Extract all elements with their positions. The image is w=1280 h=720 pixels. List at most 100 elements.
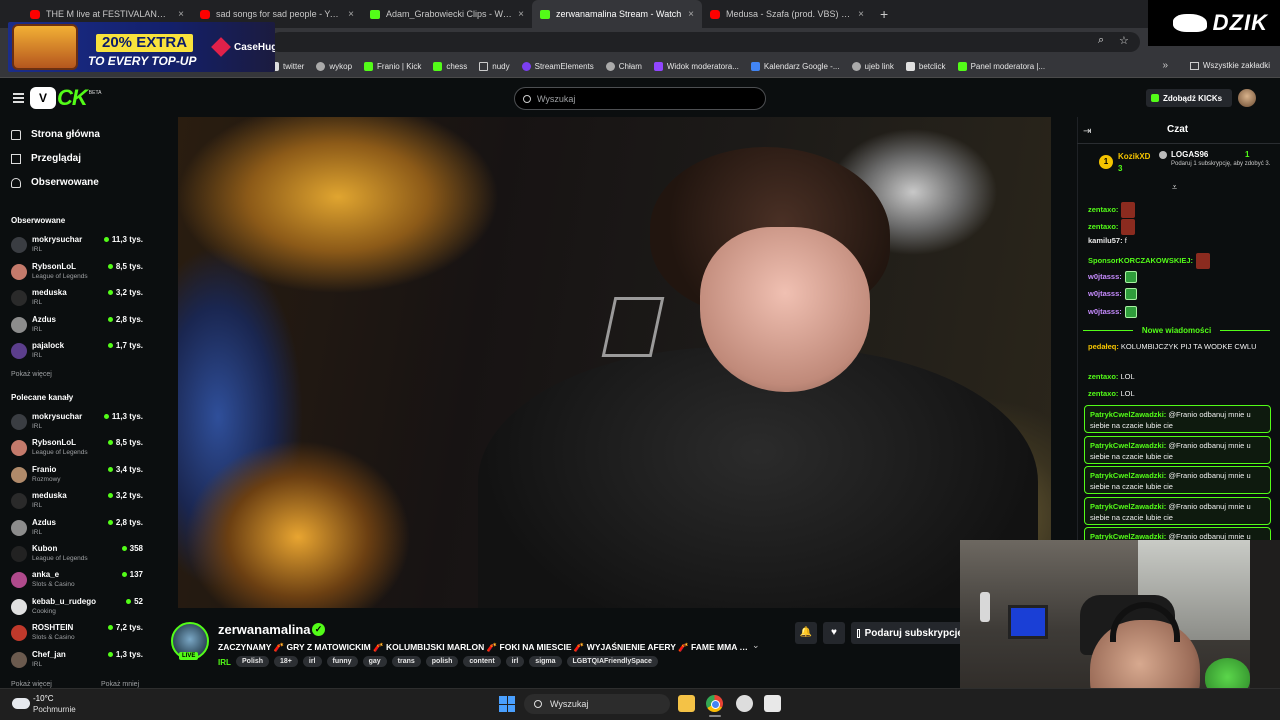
leaderboard-second-name[interactable]: LOGAS96	[1171, 150, 1208, 159]
viewer-count: 8,5 tys.	[107, 438, 143, 447]
channel-item[interactable]: Azdus IRL 2,8 tys.	[11, 517, 146, 543]
stream-tag[interactable]: funny	[326, 656, 358, 667]
stream-tag[interactable]: polish	[425, 656, 459, 667]
close-tab-icon[interactable]: ×	[688, 9, 694, 20]
bookmark-item[interactable]: twitter	[270, 62, 304, 71]
channel-item[interactable]: Chef_jan IRL 1,3 tys.	[11, 649, 146, 675]
close-tab-icon[interactable]: ×	[518, 9, 524, 20]
chat-username[interactable]: PatrykCwelZawadzki:	[1090, 471, 1166, 480]
chat-username[interactable]: PatrykCwelZawadzki:	[1090, 502, 1166, 511]
channel-name[interactable]: zerwanamalina	[218, 622, 311, 637]
bookmark-item[interactable]: betclick	[905, 62, 946, 71]
channel-item[interactable]: ROSHTEIN Slots & Casino 7,2 tys.	[11, 622, 146, 648]
channel-item[interactable]: mokrysuchar IRL 11,3 tys.	[11, 234, 146, 260]
channel-item[interactable]: RybsonLoL League of Legends 8,5 tys.	[11, 437, 146, 463]
channel-item[interactable]: pajalock IRL 1,7 tys.	[11, 340, 146, 366]
app-icon[interactable]	[736, 695, 753, 712]
bookmark-item[interactable]: Panel moderatora |...	[957, 62, 1045, 71]
chat-username[interactable]: w0jtasss:	[1088, 307, 1122, 316]
windows-start-icon[interactable]	[499, 696, 515, 712]
nav-item[interactable]: Strona główna	[11, 129, 100, 140]
new-tab-button[interactable]: +	[880, 6, 888, 22]
chat-username[interactable]: SponsorKORCZAKOWSKIEJ:	[1088, 256, 1193, 265]
chat-username[interactable]: w0jtasss:	[1088, 289, 1122, 298]
close-tab-icon[interactable]: ×	[178, 9, 184, 20]
chat-username[interactable]: pedałeq:	[1088, 342, 1119, 351]
nav-item[interactable]: Obserwowane	[11, 177, 99, 188]
address-bar[interactable]	[270, 32, 1140, 52]
chat-username[interactable]: PatrykCwelZawadzki:	[1090, 441, 1166, 450]
nav-item[interactable]: Przeglądaj	[11, 153, 81, 164]
channel-item[interactable]: Franio Rozmowy 3,4 tys.	[11, 464, 146, 490]
chat-username[interactable]: zentaxo:	[1088, 389, 1118, 398]
stream-tag[interactable]: irl	[302, 656, 322, 667]
channel-item[interactable]: kebab_u_rudego Cooking 52	[11, 596, 146, 622]
stream-tag[interactable]: Polish	[236, 656, 270, 667]
bookmark-item[interactable]: ujeb link	[851, 62, 894, 71]
browser-tab[interactable]: zerwanamalina Stream - Watch ×	[532, 0, 702, 28]
channel-item[interactable]: meduska IRL 3,2 tys.	[11, 287, 146, 313]
search-input[interactable]: Wyszukaj	[514, 87, 766, 110]
stream-tag[interactable]: irl	[505, 656, 525, 667]
taskbar-search[interactable]: Wyszukaj	[524, 694, 670, 714]
show-less-button[interactable]: Pokaż mniej	[101, 681, 139, 688]
show-more-button[interactable]: Pokaż więcej	[11, 681, 52, 688]
kick-logo[interactable]: V CK BETA	[30, 85, 101, 111]
channel-item[interactable]: RybsonLoL League of Legends 8,5 tys.	[11, 261, 146, 287]
weather-condition[interactable]: Pochmurnie	[33, 705, 76, 714]
bookmarks-more-button[interactable]: »	[1162, 60, 1168, 71]
chat-username[interactable]: zentaxo:	[1088, 372, 1118, 381]
bookmark-item[interactable]: chess	[433, 62, 467, 71]
bookmark-item[interactable]: wykop	[316, 62, 352, 71]
close-tab-icon[interactable]: ×	[348, 9, 354, 20]
show-more-followed[interactable]: Pokaż więcej	[11, 371, 52, 378]
chat-username[interactable]: kamilu57:	[1088, 236, 1123, 245]
chat-username[interactable]: w0jtasss:	[1088, 272, 1122, 281]
channel-item[interactable]: Azdus IRL 2,8 tys.	[11, 314, 146, 340]
stream-tag[interactable]: 18+	[274, 656, 298, 667]
stream-tag[interactable]: sigma	[529, 656, 562, 667]
browser-tab[interactable]: Adam_Grabowiecki Clips - Watch ×	[362, 0, 532, 28]
weather-temperature[interactable]: -10°C	[33, 694, 54, 703]
zoom-icon[interactable]: ⌕	[1098, 34, 1104, 47]
cloud-icon[interactable]	[12, 698, 30, 709]
chat-username[interactable]: zentaxo:	[1088, 222, 1118, 231]
browser-tab[interactable]: Medusa - Szafa (prod. VBS) - YouTube ×	[702, 0, 872, 28]
chrome-icon[interactable]	[706, 695, 723, 712]
leaderboard-first-name[interactable]: KozikXD	[1118, 152, 1150, 161]
stream-tag[interactable]: content	[463, 656, 501, 667]
close-tab-icon[interactable]: ×	[858, 9, 864, 20]
chat-text: KOLUMBIJCZYK PIJ TA WODKE CWLU	[1118, 342, 1257, 351]
gift-subscription-button[interactable]: Podaruj subskrypcje	[851, 622, 963, 644]
get-kicks-button[interactable]: Zdobądź KICKs	[1146, 89, 1232, 107]
user-avatar[interactable]	[1238, 89, 1256, 107]
chat-username[interactable]: PatrykCwelZawadzki:	[1090, 410, 1166, 419]
app-icon[interactable]	[764, 695, 781, 712]
viewer-count-value: 52	[134, 596, 143, 606]
channel-item[interactable]: anka_e Slots & Casino 137	[11, 569, 146, 595]
stream-tag[interactable]: trans	[391, 656, 421, 667]
hamburger-menu-icon[interactable]	[13, 93, 24, 103]
leaderboard-expand-icon[interactable]: ⩡	[1172, 182, 1177, 193]
bookmark-item[interactable]: Franio | Kick	[364, 62, 421, 71]
star-icon[interactable]: ☆	[1119, 34, 1129, 47]
bookmark-item[interactable]: Kalendarz Google -...	[750, 62, 840, 71]
channel-item[interactable]: Kubon League of Legends 358	[11, 543, 146, 569]
bookmark-item[interactable]: StreamElements	[521, 62, 594, 71]
channel-item[interactable]: meduska IRL 3,2 tys.	[11, 490, 146, 516]
video-player[interactable]	[178, 117, 1051, 608]
collapse-chat-icon[interactable]: ⇥	[1083, 126, 1091, 137]
follow-heart-button[interactable]: ♥	[823, 622, 845, 644]
bookmark-item[interactable]: Widok moderatora...	[653, 62, 739, 71]
file-explorer-icon[interactable]	[678, 695, 695, 712]
all-bookmarks-button[interactable]: Wszystkie zakładki	[1189, 61, 1270, 70]
bookmark-item[interactable]: nudy	[479, 62, 510, 71]
channel-item[interactable]: mokrysuchar IRL 11,3 tys.	[11, 411, 146, 437]
chevron-down-icon[interactable]: ⌄	[752, 640, 760, 651]
chat-username[interactable]: zentaxo:	[1088, 205, 1118, 214]
notification-bell-button[interactable]: 🔔	[795, 622, 817, 644]
stream-tag[interactable]: LGBTQIAFriendlySpace	[566, 656, 658, 667]
stream-category[interactable]: IRL	[218, 658, 231, 667]
stream-tag[interactable]: gay	[362, 656, 387, 667]
bookmark-item[interactable]: Chłam	[605, 62, 642, 71]
